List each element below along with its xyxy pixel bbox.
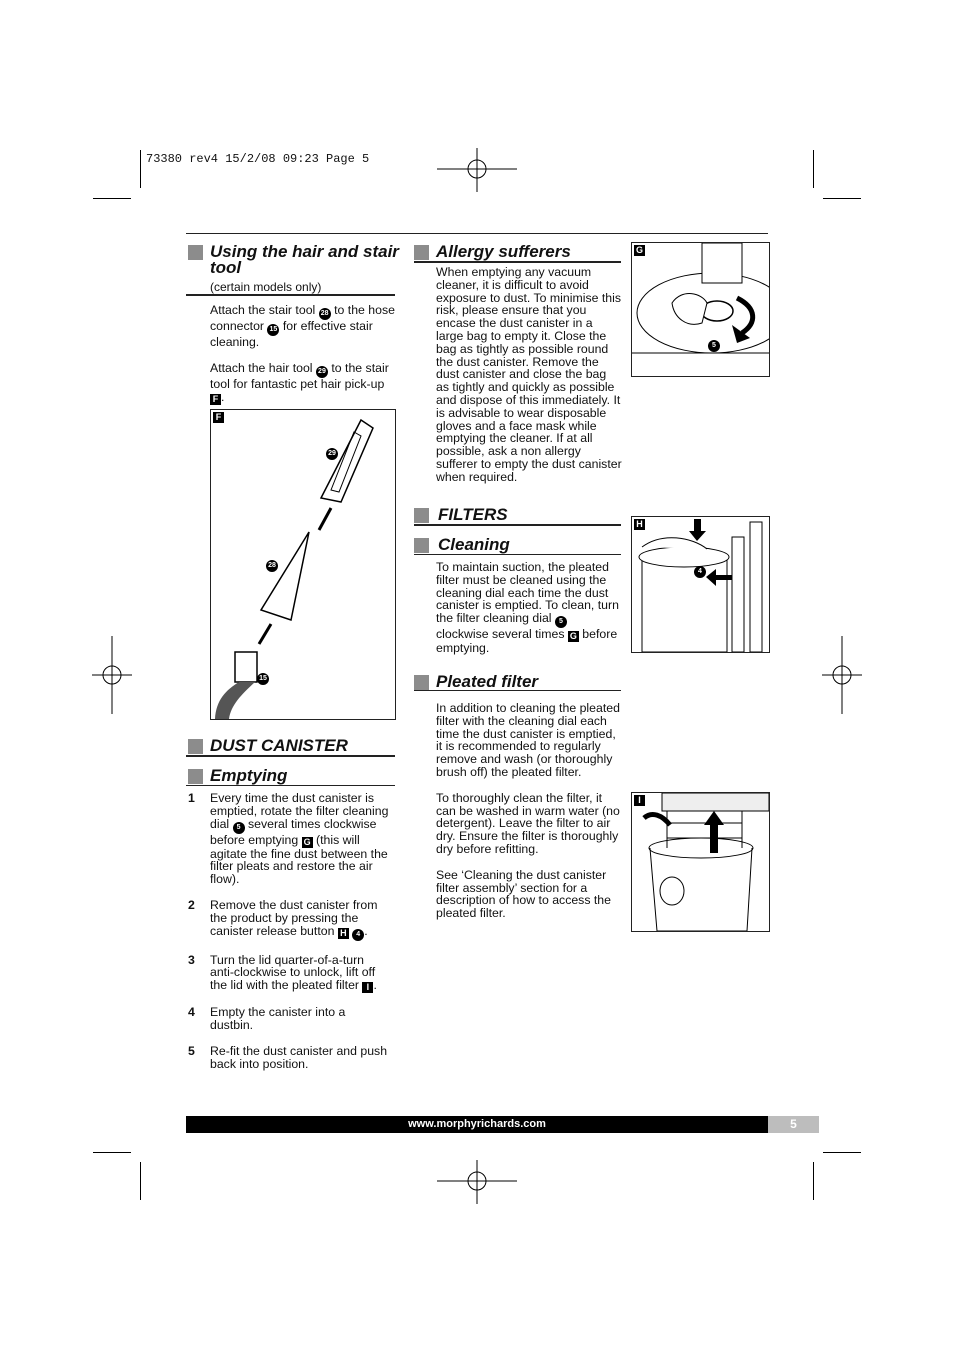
heading-cleaning: Cleaning bbox=[438, 535, 510, 554]
heading-marker bbox=[188, 769, 203, 784]
figure-h: H 4 bbox=[631, 516, 770, 653]
step-item: 3 Turn the lid quarter-of-a-turn anti-clo… bbox=[188, 952, 390, 994]
paragraph: To maintain suction, the pleated filter … bbox=[436, 561, 622, 655]
heading-pleated-filter: Pleated filter bbox=[436, 672, 539, 691]
divider bbox=[186, 785, 395, 786]
text-run: See ‘Cleaning the dust canister filter a… bbox=[436, 867, 611, 921]
figure-f: F 29 28 15 bbox=[210, 409, 396, 720]
hair-tool-text: Attach the stair tool 28 to the hose con… bbox=[210, 304, 395, 418]
crop-mark bbox=[140, 150, 141, 188]
callout-15: 15 bbox=[257, 673, 269, 685]
crop-mark bbox=[93, 198, 131, 199]
print-slug: 73380 rev4 15/2/08 09:23 Page 5 bbox=[146, 152, 370, 166]
step-item: 5 Re-fit the dust canister and push back … bbox=[188, 1043, 390, 1071]
heading-marker bbox=[414, 538, 429, 553]
divider bbox=[414, 261, 621, 263]
figure-label: G bbox=[634, 245, 645, 256]
heading-marker bbox=[414, 245, 429, 260]
heading-marker bbox=[188, 245, 203, 260]
footer-url: www.morphyrichards.com bbox=[186, 1116, 768, 1133]
paragraph: See ‘Cleaning the dust canister filter a… bbox=[436, 867, 624, 921]
paragraph: To thoroughly clean the filter, it can b… bbox=[436, 790, 624, 856]
crop-mark bbox=[813, 150, 814, 188]
pleated-filter-removal-illustration bbox=[642, 793, 769, 931]
text-run: . bbox=[373, 978, 377, 993]
text-run: . bbox=[221, 389, 225, 404]
divider bbox=[186, 755, 395, 757]
text-run: clockwise several times bbox=[436, 627, 568, 642]
heading-marker bbox=[188, 739, 203, 754]
step-number: 3 bbox=[188, 952, 195, 967]
callout-5: 5 bbox=[708, 340, 720, 352]
pleated-filter-text: In addition to cleaning the pleated filt… bbox=[436, 702, 624, 933]
step-item: 4 Empty the canister into a dustbin. bbox=[188, 1005, 390, 1032]
heading-allergy: Allergy sufferers bbox=[436, 242, 571, 261]
step-number: 4 bbox=[188, 1005, 195, 1020]
step-number: 1 bbox=[188, 791, 195, 805]
cleaning-text: To maintain suction, the pleated filter … bbox=[436, 561, 622, 668]
text-run: Turn the lid quarter-of-a-turn anti-cloc… bbox=[210, 952, 376, 993]
divider bbox=[186, 294, 395, 296]
heading-hair-tool: Using the hair and stair tool bbox=[210, 242, 399, 277]
filter-dial-illustration bbox=[632, 243, 769, 354]
crop-mark bbox=[823, 198, 861, 199]
figure-g: G 5 bbox=[631, 242, 770, 377]
text-run: Attach the stair tool bbox=[210, 303, 319, 317]
canister-release-illustration bbox=[638, 519, 763, 652]
divider bbox=[414, 690, 621, 691]
figure-ref-F: F bbox=[210, 393, 221, 405]
page-number: 5 bbox=[768, 1116, 819, 1133]
paragraph: When emptying any vacuum cleaner, it is … bbox=[436, 266, 622, 484]
registration-mark bbox=[437, 1160, 517, 1204]
registration-mark bbox=[437, 148, 517, 192]
heading-dust-canister: DUST CANISTER bbox=[210, 736, 348, 755]
paragraph: Attach the stair tool 28 to the hose con… bbox=[210, 304, 395, 349]
text-run: In addition to cleaning the pleated filt… bbox=[436, 701, 620, 779]
manual-page: 73380 rev4 15/2/08 09:23 Page 5 Using th… bbox=[0, 0, 954, 1351]
figure-label: I bbox=[634, 795, 645, 806]
callout-4: 4 bbox=[352, 928, 365, 941]
callout-28: 28 bbox=[266, 560, 278, 572]
registration-mark bbox=[822, 636, 862, 714]
callout-15: 15 bbox=[267, 324, 280, 336]
crop-mark bbox=[140, 1162, 141, 1200]
callout-29: 29 bbox=[326, 448, 338, 460]
registration-mark bbox=[92, 636, 132, 714]
top-rule bbox=[186, 233, 768, 234]
heading-filters: FILTERS bbox=[438, 505, 508, 524]
subheading-models: (certain models only) bbox=[210, 280, 322, 294]
hair-stair-tool-illustration bbox=[215, 418, 374, 719]
heading-emptying: Emptying bbox=[210, 766, 288, 785]
heading-marker bbox=[414, 675, 429, 690]
divider bbox=[414, 554, 621, 555]
figure-ref-H: H bbox=[337, 927, 349, 939]
step-item: 2 Remove the dust canister from the produ… bbox=[188, 899, 390, 941]
figure-label: H bbox=[634, 519, 645, 530]
step-number: 5 bbox=[188, 1043, 195, 1058]
text-run: When emptying any vacuum cleaner, it is … bbox=[436, 265, 622, 484]
step-item: 1 Every time the dust canister is emptied… bbox=[188, 792, 390, 886]
divider bbox=[414, 524, 621, 526]
text-run: To maintain suction, the pleated filter … bbox=[436, 560, 619, 626]
text-run: Attach the hair tool bbox=[210, 360, 316, 375]
paragraph: In addition to cleaning the pleated filt… bbox=[436, 702, 624, 779]
text-run: Re-fit the dust canister and push back i… bbox=[210, 1043, 388, 1071]
crop-mark bbox=[93, 1152, 131, 1153]
figure-ref-G: G bbox=[567, 631, 579, 643]
crop-mark bbox=[813, 1162, 814, 1200]
figure-i: I bbox=[631, 792, 770, 932]
allergy-text: When emptying any vacuum cleaner, it is … bbox=[436, 266, 622, 497]
text-run: . bbox=[364, 923, 368, 938]
text-run: To thoroughly clean the filter, it can b… bbox=[436, 790, 620, 856]
heading-marker bbox=[414, 508, 429, 523]
figure-label: F bbox=[213, 412, 224, 423]
callout-4: 4 bbox=[694, 566, 706, 578]
step-number: 2 bbox=[188, 897, 195, 912]
paragraph: Attach the hair tool 29 to the stair too… bbox=[210, 360, 395, 405]
emptying-steps: 1 Every time the dust canister is emptied… bbox=[188, 792, 390, 1083]
crop-mark bbox=[823, 1152, 861, 1153]
figure-ref-I: I bbox=[362, 982, 374, 994]
text-run: Empty the canister into a dustbin. bbox=[210, 1005, 346, 1032]
